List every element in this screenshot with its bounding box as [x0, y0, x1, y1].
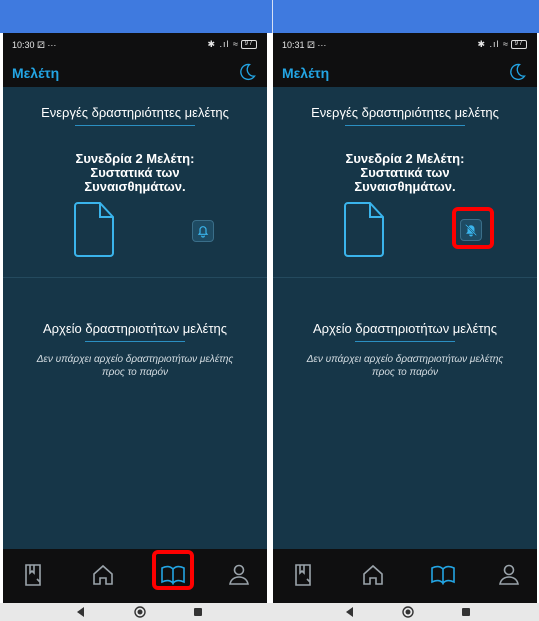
phone-screen-left: 10:30 ⚂ ··· ✱ .ıl ≈97 Μελέτη Ενεργές δρα…	[3, 33, 267, 603]
nav-journal[interactable]	[20, 561, 48, 589]
battery-icon: 97	[241, 40, 257, 50]
back-icon[interactable]	[344, 606, 356, 618]
profile-icon	[499, 564, 519, 585]
status-bar: 10:30 ⚂ ··· ✱ .ıl ≈97	[3, 33, 267, 57]
session-title-line2[interactable]: Συστατικά των	[273, 166, 537, 180]
nav-study[interactable]	[429, 561, 457, 589]
phone-screen-right: 10:31 ⚂ ··· ✱ .ıl ≈97 Μελέτη Ενεργές δρα…	[273, 33, 537, 603]
top-banner	[0, 0, 539, 33]
home-icon	[93, 564, 113, 585]
back-icon[interactable]	[75, 606, 87, 618]
highlight-bell-button	[452, 207, 494, 249]
archive-heading: Αρχείο δραστηριοτήτων μελέτης	[312, 321, 498, 336]
home-circle-icon[interactable]	[134, 606, 146, 618]
archive-empty-message-line2: προς το παρόν	[371, 367, 439, 378]
nav-home[interactable]	[359, 561, 387, 589]
status-bar: 10:31 ⚂ ··· ✱ .ıl ≈97	[273, 33, 537, 57]
app-bar: Μελέτη	[3, 57, 267, 87]
heading-underline	[85, 341, 185, 342]
status-notifications: ⚂ ···	[307, 40, 327, 50]
nav-journal[interactable]	[290, 561, 318, 589]
heading-underline	[75, 125, 195, 126]
status-signals: ✱ .ıl ≈97	[208, 39, 257, 50]
home-circle-icon[interactable]	[402, 606, 414, 618]
nav-profile[interactable]	[495, 561, 523, 589]
section-divider	[273, 277, 537, 278]
session-title-line1[interactable]: Συνεδρία 2 Μελέτη:	[3, 152, 267, 166]
moon-icon[interactable]	[237, 62, 257, 82]
section-divider	[3, 277, 267, 278]
bottom-navigation	[273, 549, 537, 603]
banner-divider	[272, 0, 273, 33]
book-icon	[431, 565, 455, 585]
highlight-nav-study	[152, 550, 194, 590]
heading-underline	[355, 341, 455, 342]
app-bar: Μελέτη	[273, 57, 537, 87]
status-signals: ✱ .ıl ≈97	[478, 39, 527, 50]
bell-button[interactable]	[192, 220, 214, 242]
signal-icons: ✱ .ıl ≈	[207, 39, 239, 49]
archive-empty-message-line1: Δεν υπάρχει αρχείο δραστηριοτήτων μελέτη…	[36, 354, 234, 365]
nav-home[interactable]	[89, 561, 117, 589]
heading-underline	[345, 125, 465, 126]
session-title-line3[interactable]: Συναισθημάτων.	[3, 180, 267, 194]
status-time: 10:30	[12, 40, 35, 50]
recents-icon[interactable]	[192, 606, 204, 618]
session-title-line2[interactable]: Συστατικά των	[3, 166, 267, 180]
session-title-line1[interactable]: Συνεδρία 2 Μελέτη:	[273, 152, 537, 166]
study-journal-icon	[25, 564, 41, 586]
archive-empty-message-line1: Δεν υπάρχει αρχείο δραστηριοτήτων μελέτη…	[306, 354, 504, 365]
home-icon	[363, 564, 383, 585]
recents-icon[interactable]	[460, 606, 472, 618]
moon-icon[interactable]	[507, 62, 527, 82]
active-activities-heading: Ενεργές δραστηριότητες μελέτης	[311, 105, 499, 120]
app-title: Μελέτη	[12, 65, 60, 81]
study-journal-icon	[295, 564, 311, 586]
profile-icon	[229, 564, 249, 585]
system-navigation-bar	[0, 603, 539, 621]
archive-heading: Αρχείο δραστηριοτήτων μελέτης	[42, 321, 228, 336]
bottom-navigation	[3, 549, 267, 603]
status-notifications: ⚂ ···	[37, 40, 57, 50]
active-activities-heading: Ενεργές δραστηριότητες μελέτης	[41, 105, 229, 120]
battery-icon: 97	[511, 40, 527, 50]
app-title: Μελέτη	[282, 65, 330, 81]
session-title-line3[interactable]: Συναισθημάτων.	[273, 180, 537, 194]
document-icon[interactable]	[74, 200, 116, 258]
archive-empty-message-line2: προς το παρόν	[101, 367, 169, 378]
nav-profile[interactable]	[225, 561, 253, 589]
signal-icons: ✱ .ıl ≈	[477, 39, 509, 49]
document-icon[interactable]	[344, 200, 386, 258]
status-time: 10:31	[282, 40, 305, 50]
bell-icon	[197, 226, 209, 238]
